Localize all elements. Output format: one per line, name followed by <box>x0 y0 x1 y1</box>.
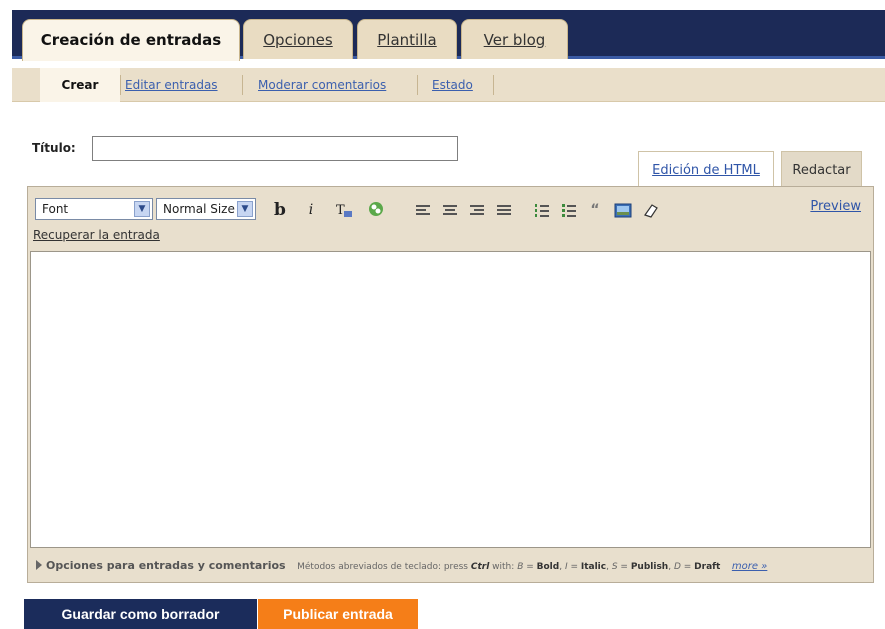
title-label: Título: <box>32 141 76 155</box>
remove-format-icon[interactable] <box>640 199 662 221</box>
shortcut-bold: Bold <box>536 562 560 572</box>
subnav-estado[interactable]: Estado <box>432 68 473 102</box>
subnav-separator <box>242 75 243 95</box>
post-options-toggle[interactable]: Opciones para entradas y comentarios <box>46 559 286 572</box>
tab-edit-html[interactable]: Edición de HTML <box>638 151 774 188</box>
svg-text:T: T <box>336 203 345 218</box>
top-navigation: Creación de entradas Opciones Plantilla … <box>0 0 885 70</box>
more-shortcuts-link[interactable]: more » <box>732 561 767 572</box>
editor-toolbar: Font ▼ Normal Size ▼ b i T “ Preview Rec… <box>28 187 873 251</box>
link-icon[interactable] <box>365 199 387 221</box>
align-right-icon[interactable] <box>466 199 488 221</box>
shortcuts-with: with: <box>492 562 515 572</box>
shortcut-publish: Publish <box>630 562 669 572</box>
subnav-separator <box>417 75 418 95</box>
shortcut-key-d: D <box>673 562 681 572</box>
shortcuts-prefix: Métodos abreviados de teclado: press <box>297 562 468 572</box>
tab-label: Ver blog <box>483 31 546 49</box>
numbered-list-icon[interactable] <box>531 199 553 221</box>
post-editor: Font ▼ Normal Size ▼ b i T “ Preview Rec… <box>27 186 874 583</box>
tab-compose[interactable]: Redactar <box>781 151 862 188</box>
shortcut-key-s: S <box>611 562 618 572</box>
subnav-separator <box>493 75 494 95</box>
sub-navigation: Crear Editar entradas Moderar comentario… <box>12 68 885 102</box>
blockquote-icon[interactable]: “ <box>584 199 606 221</box>
publish-button[interactable]: Publicar entrada <box>258 599 418 629</box>
chevron-down-icon: ▼ <box>134 201 150 217</box>
tab-label: Plantilla <box>377 31 437 49</box>
tab-creacion-de-entradas[interactable]: Creación de entradas <box>22 19 240 61</box>
tab-plantilla[interactable]: Plantilla <box>357 19 457 59</box>
shortcut-ctrl: Ctrl <box>470 562 490 572</box>
align-center-icon[interactable] <box>439 199 461 221</box>
subnav-crear[interactable]: Crear <box>40 68 120 102</box>
text-color-icon[interactable]: T <box>333 199 355 221</box>
shortcut-key-i: I <box>564 562 568 572</box>
font-select[interactable]: Font ▼ <box>35 198 153 220</box>
shortcut-draft: Draft <box>694 562 721 572</box>
bold-icon[interactable]: b <box>269 199 291 221</box>
chevron-down-icon: ▼ <box>237 201 253 217</box>
align-left-icon[interactable] <box>412 199 434 221</box>
tab-label: Creación de entradas <box>40 31 222 49</box>
editor-footer: Opciones para entradas y comentarios Mét… <box>28 549 873 582</box>
expand-triangle-icon[interactable] <box>36 560 42 570</box>
post-body-textarea[interactable] <box>30 251 871 548</box>
title-input[interactable] <box>92 136 458 161</box>
size-select-value: Normal Size <box>163 202 235 216</box>
bullet-list-icon[interactable] <box>558 199 580 221</box>
tab-ver-blog[interactable]: Ver blog <box>461 19 568 59</box>
shortcut-italic: Italic <box>580 562 607 572</box>
preview-link[interactable]: Preview <box>810 199 861 214</box>
save-draft-button[interactable]: Guardar como borrador <box>24 599 257 629</box>
recover-post-link[interactable]: Recuperar la entrada <box>33 228 160 242</box>
subnav-separator <box>120 75 121 95</box>
font-select-value: Font <box>42 202 69 216</box>
size-select[interactable]: Normal Size ▼ <box>156 198 256 220</box>
align-justify-icon[interactable] <box>493 199 515 221</box>
italic-icon[interactable]: i <box>300 199 322 221</box>
tab-label: Opciones <box>263 31 333 49</box>
keyboard-shortcuts-text: Métodos abreviados de teclado: press Ctr… <box>297 562 721 572</box>
shortcut-key-b: B <box>517 562 524 572</box>
subnav-editar-entradas[interactable]: Editar entradas <box>125 68 218 102</box>
tab-opciones[interactable]: Opciones <box>243 19 353 59</box>
image-icon[interactable] <box>612 199 634 221</box>
subnav-moderar-comentarios[interactable]: Moderar comentarios <box>258 68 386 102</box>
